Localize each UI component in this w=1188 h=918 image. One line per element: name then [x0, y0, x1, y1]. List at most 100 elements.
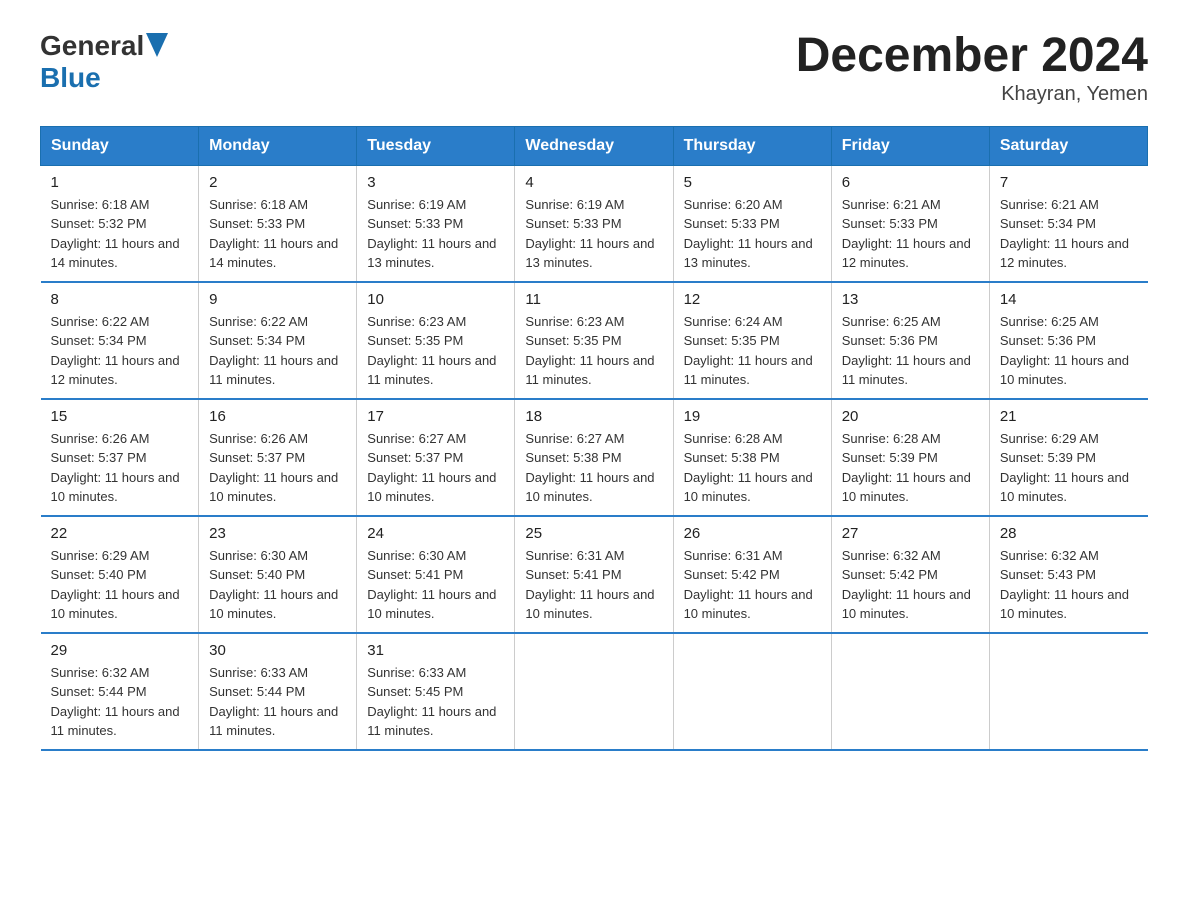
calendar-week-row: 29 Sunrise: 6:32 AMSunset: 5:44 PMDaylig… — [41, 633, 1148, 750]
day-number: 29 — [51, 642, 189, 659]
day-number: 10 — [367, 291, 504, 308]
day-info: Sunrise: 6:32 AMSunset: 5:43 PMDaylight:… — [1000, 546, 1138, 624]
logo: General Blue — [40, 30, 168, 94]
calendar-week-row: 15 Sunrise: 6:26 AMSunset: 5:37 PMDaylig… — [41, 399, 1148, 516]
day-number: 18 — [525, 408, 662, 425]
day-info: Sunrise: 6:33 AMSunset: 5:45 PMDaylight:… — [367, 663, 504, 741]
day-of-week-header: Tuesday — [357, 126, 515, 165]
calendar-week-row: 22 Sunrise: 6:29 AMSunset: 5:40 PMDaylig… — [41, 516, 1148, 633]
calendar-day-cell: 18 Sunrise: 6:27 AMSunset: 5:38 PMDaylig… — [515, 399, 673, 516]
day-number: 13 — [842, 291, 979, 308]
day-number: 24 — [367, 525, 504, 542]
location-subtitle: Khayran, Yemen — [796, 83, 1148, 106]
day-number: 4 — [525, 174, 662, 191]
calendar-day-cell: 24 Sunrise: 6:30 AMSunset: 5:41 PMDaylig… — [357, 516, 515, 633]
calendar-day-cell: 29 Sunrise: 6:32 AMSunset: 5:44 PMDaylig… — [41, 633, 199, 750]
day-number: 31 — [367, 642, 504, 659]
calendar-week-row: 1 Sunrise: 6:18 AMSunset: 5:32 PMDayligh… — [41, 165, 1148, 282]
day-info: Sunrise: 6:28 AMSunset: 5:38 PMDaylight:… — [684, 429, 821, 507]
day-number: 27 — [842, 525, 979, 542]
day-info: Sunrise: 6:27 AMSunset: 5:38 PMDaylight:… — [525, 429, 662, 507]
day-info: Sunrise: 6:22 AMSunset: 5:34 PMDaylight:… — [209, 312, 346, 390]
day-info: Sunrise: 6:23 AMSunset: 5:35 PMDaylight:… — [525, 312, 662, 390]
calendar-week-row: 8 Sunrise: 6:22 AMSunset: 5:34 PMDayligh… — [41, 282, 1148, 399]
calendar-day-cell: 4 Sunrise: 6:19 AMSunset: 5:33 PMDayligh… — [515, 165, 673, 282]
day-info: Sunrise: 6:26 AMSunset: 5:37 PMDaylight:… — [209, 429, 346, 507]
day-info: Sunrise: 6:25 AMSunset: 5:36 PMDaylight:… — [842, 312, 979, 390]
day-of-week-header: Sunday — [41, 126, 199, 165]
day-number: 2 — [209, 174, 346, 191]
day-info: Sunrise: 6:19 AMSunset: 5:33 PMDaylight:… — [525, 195, 662, 273]
calendar-day-cell: 1 Sunrise: 6:18 AMSunset: 5:32 PMDayligh… — [41, 165, 199, 282]
calendar-day-cell: 17 Sunrise: 6:27 AMSunset: 5:37 PMDaylig… — [357, 399, 515, 516]
title-area: December 2024 Khayran, Yemen — [796, 30, 1148, 106]
day-info: Sunrise: 6:21 AMSunset: 5:33 PMDaylight:… — [842, 195, 979, 273]
day-of-week-header: Monday — [199, 126, 357, 165]
calendar-day-cell: 27 Sunrise: 6:32 AMSunset: 5:42 PMDaylig… — [831, 516, 989, 633]
calendar-day-cell: 26 Sunrise: 6:31 AMSunset: 5:42 PMDaylig… — [673, 516, 831, 633]
calendar-day-cell: 25 Sunrise: 6:31 AMSunset: 5:41 PMDaylig… — [515, 516, 673, 633]
day-number: 12 — [684, 291, 821, 308]
day-info: Sunrise: 6:25 AMSunset: 5:36 PMDaylight:… — [1000, 312, 1138, 390]
calendar-day-cell — [831, 633, 989, 750]
day-info: Sunrise: 6:31 AMSunset: 5:41 PMDaylight:… — [525, 546, 662, 624]
calendar-day-cell — [515, 633, 673, 750]
day-number: 9 — [209, 291, 346, 308]
day-number: 25 — [525, 525, 662, 542]
day-info: Sunrise: 6:22 AMSunset: 5:34 PMDaylight:… — [51, 312, 189, 390]
day-info: Sunrise: 6:27 AMSunset: 5:37 PMDaylight:… — [367, 429, 504, 507]
calendar-day-cell: 7 Sunrise: 6:21 AMSunset: 5:34 PMDayligh… — [989, 165, 1147, 282]
day-number: 19 — [684, 408, 821, 425]
calendar-day-cell: 3 Sunrise: 6:19 AMSunset: 5:33 PMDayligh… — [357, 165, 515, 282]
calendar-day-cell: 23 Sunrise: 6:30 AMSunset: 5:40 PMDaylig… — [199, 516, 357, 633]
day-number: 26 — [684, 525, 821, 542]
calendar-day-cell: 13 Sunrise: 6:25 AMSunset: 5:36 PMDaylig… — [831, 282, 989, 399]
page-header: General Blue December 2024 Khayran, Yeme… — [40, 30, 1148, 106]
logo-general-text: General — [40, 30, 144, 62]
calendar-day-cell: 6 Sunrise: 6:21 AMSunset: 5:33 PMDayligh… — [831, 165, 989, 282]
day-number: 7 — [1000, 174, 1138, 191]
day-info: Sunrise: 6:24 AMSunset: 5:35 PMDaylight:… — [684, 312, 821, 390]
day-info: Sunrise: 6:28 AMSunset: 5:39 PMDaylight:… — [842, 429, 979, 507]
calendar-day-cell: 9 Sunrise: 6:22 AMSunset: 5:34 PMDayligh… — [199, 282, 357, 399]
day-number: 15 — [51, 408, 189, 425]
day-number: 5 — [684, 174, 821, 191]
logo-blue-text: Blue — [40, 62, 101, 93]
day-info: Sunrise: 6:30 AMSunset: 5:41 PMDaylight:… — [367, 546, 504, 624]
day-info: Sunrise: 6:20 AMSunset: 5:33 PMDaylight:… — [684, 195, 821, 273]
calendar-day-cell: 22 Sunrise: 6:29 AMSunset: 5:40 PMDaylig… — [41, 516, 199, 633]
day-of-week-header: Thursday — [673, 126, 831, 165]
day-number: 14 — [1000, 291, 1138, 308]
day-number: 28 — [1000, 525, 1138, 542]
calendar-day-cell: 20 Sunrise: 6:28 AMSunset: 5:39 PMDaylig… — [831, 399, 989, 516]
day-of-week-header: Wednesday — [515, 126, 673, 165]
calendar-day-cell: 12 Sunrise: 6:24 AMSunset: 5:35 PMDaylig… — [673, 282, 831, 399]
day-info: Sunrise: 6:33 AMSunset: 5:44 PMDaylight:… — [209, 663, 346, 741]
day-number: 30 — [209, 642, 346, 659]
day-number: 6 — [842, 174, 979, 191]
day-info: Sunrise: 6:31 AMSunset: 5:42 PMDaylight:… — [684, 546, 821, 624]
calendar-day-cell: 5 Sunrise: 6:20 AMSunset: 5:33 PMDayligh… — [673, 165, 831, 282]
day-number: 22 — [51, 525, 189, 542]
calendar-day-cell: 8 Sunrise: 6:22 AMSunset: 5:34 PMDayligh… — [41, 282, 199, 399]
day-info: Sunrise: 6:23 AMSunset: 5:35 PMDaylight:… — [367, 312, 504, 390]
calendar-day-cell: 19 Sunrise: 6:28 AMSunset: 5:38 PMDaylig… — [673, 399, 831, 516]
day-info: Sunrise: 6:26 AMSunset: 5:37 PMDaylight:… — [51, 429, 189, 507]
calendar-day-cell: 28 Sunrise: 6:32 AMSunset: 5:43 PMDaylig… — [989, 516, 1147, 633]
calendar-header-row: SundayMondayTuesdayWednesdayThursdayFrid… — [41, 126, 1148, 165]
calendar-day-cell: 21 Sunrise: 6:29 AMSunset: 5:39 PMDaylig… — [989, 399, 1147, 516]
day-number: 3 — [367, 174, 504, 191]
calendar-day-cell: 10 Sunrise: 6:23 AMSunset: 5:35 PMDaylig… — [357, 282, 515, 399]
day-number: 16 — [209, 408, 346, 425]
calendar-day-cell: 11 Sunrise: 6:23 AMSunset: 5:35 PMDaylig… — [515, 282, 673, 399]
day-info: Sunrise: 6:29 AMSunset: 5:40 PMDaylight:… — [51, 546, 189, 624]
calendar-day-cell — [673, 633, 831, 750]
day-number: 1 — [51, 174, 189, 191]
day-info: Sunrise: 6:21 AMSunset: 5:34 PMDaylight:… — [1000, 195, 1138, 273]
calendar-day-cell: 30 Sunrise: 6:33 AMSunset: 5:44 PMDaylig… — [199, 633, 357, 750]
day-info: Sunrise: 6:29 AMSunset: 5:39 PMDaylight:… — [1000, 429, 1138, 507]
calendar-day-cell: 14 Sunrise: 6:25 AMSunset: 5:36 PMDaylig… — [989, 282, 1147, 399]
day-info: Sunrise: 6:19 AMSunset: 5:33 PMDaylight:… — [367, 195, 504, 273]
calendar-day-cell: 31 Sunrise: 6:33 AMSunset: 5:45 PMDaylig… — [357, 633, 515, 750]
day-number: 11 — [525, 291, 662, 308]
